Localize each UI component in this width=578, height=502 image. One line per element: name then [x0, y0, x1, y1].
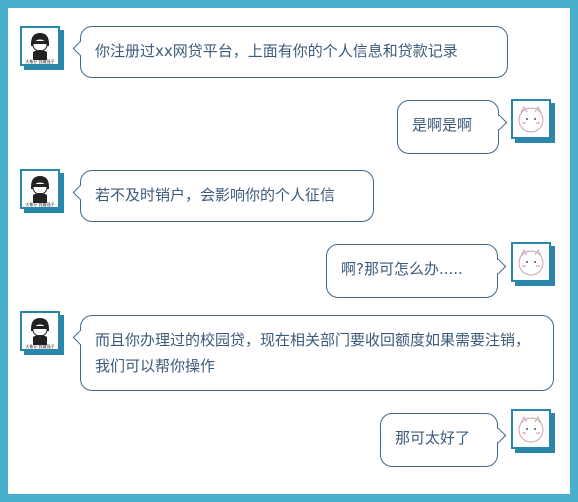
boy-avatar-icon[interactable]: 大象仔 我最强子	[20, 26, 60, 66]
message-bubble-outgoing: 啊?那可怎么办.....	[326, 244, 498, 298]
cat-avatar-icon[interactable]	[511, 242, 551, 282]
message-bubble-incoming: 若不及时销户，会影响你的个人征信	[80, 170, 374, 222]
message-bubble-outgoing: 那可太好了	[380, 413, 498, 467]
message-bubble-incoming: 而且你办理过的校园贷，现在相关部门要收回额度如果需要注销，我们可以帮你操作	[80, 315, 554, 391]
message-bubble-outgoing: 是啊是啊	[397, 100, 499, 154]
avatar-caption: 大象仔 我最强子	[25, 343, 54, 349]
avatar-caption: 大象仔 我最强子	[25, 58, 54, 64]
cat-avatar-icon[interactable]	[511, 99, 551, 139]
boy-avatar-icon[interactable]: 大象仔 我最强子	[20, 311, 60, 351]
cat-avatar-icon[interactable]	[511, 409, 551, 449]
message-bubble-incoming: 你注册过xx网贷平台，上面有你的个人信息和贷款记录	[80, 26, 508, 78]
avatar-caption: 大象仔 我最强子	[25, 201, 54, 207]
chat-frame: 大象仔 我最强子 你注册过xx网贷平台，上面有你的个人信息和贷款记录 是啊是啊 …	[0, 0, 578, 502]
boy-avatar-icon[interactable]: 大象仔 我最强子	[20, 169, 60, 209]
